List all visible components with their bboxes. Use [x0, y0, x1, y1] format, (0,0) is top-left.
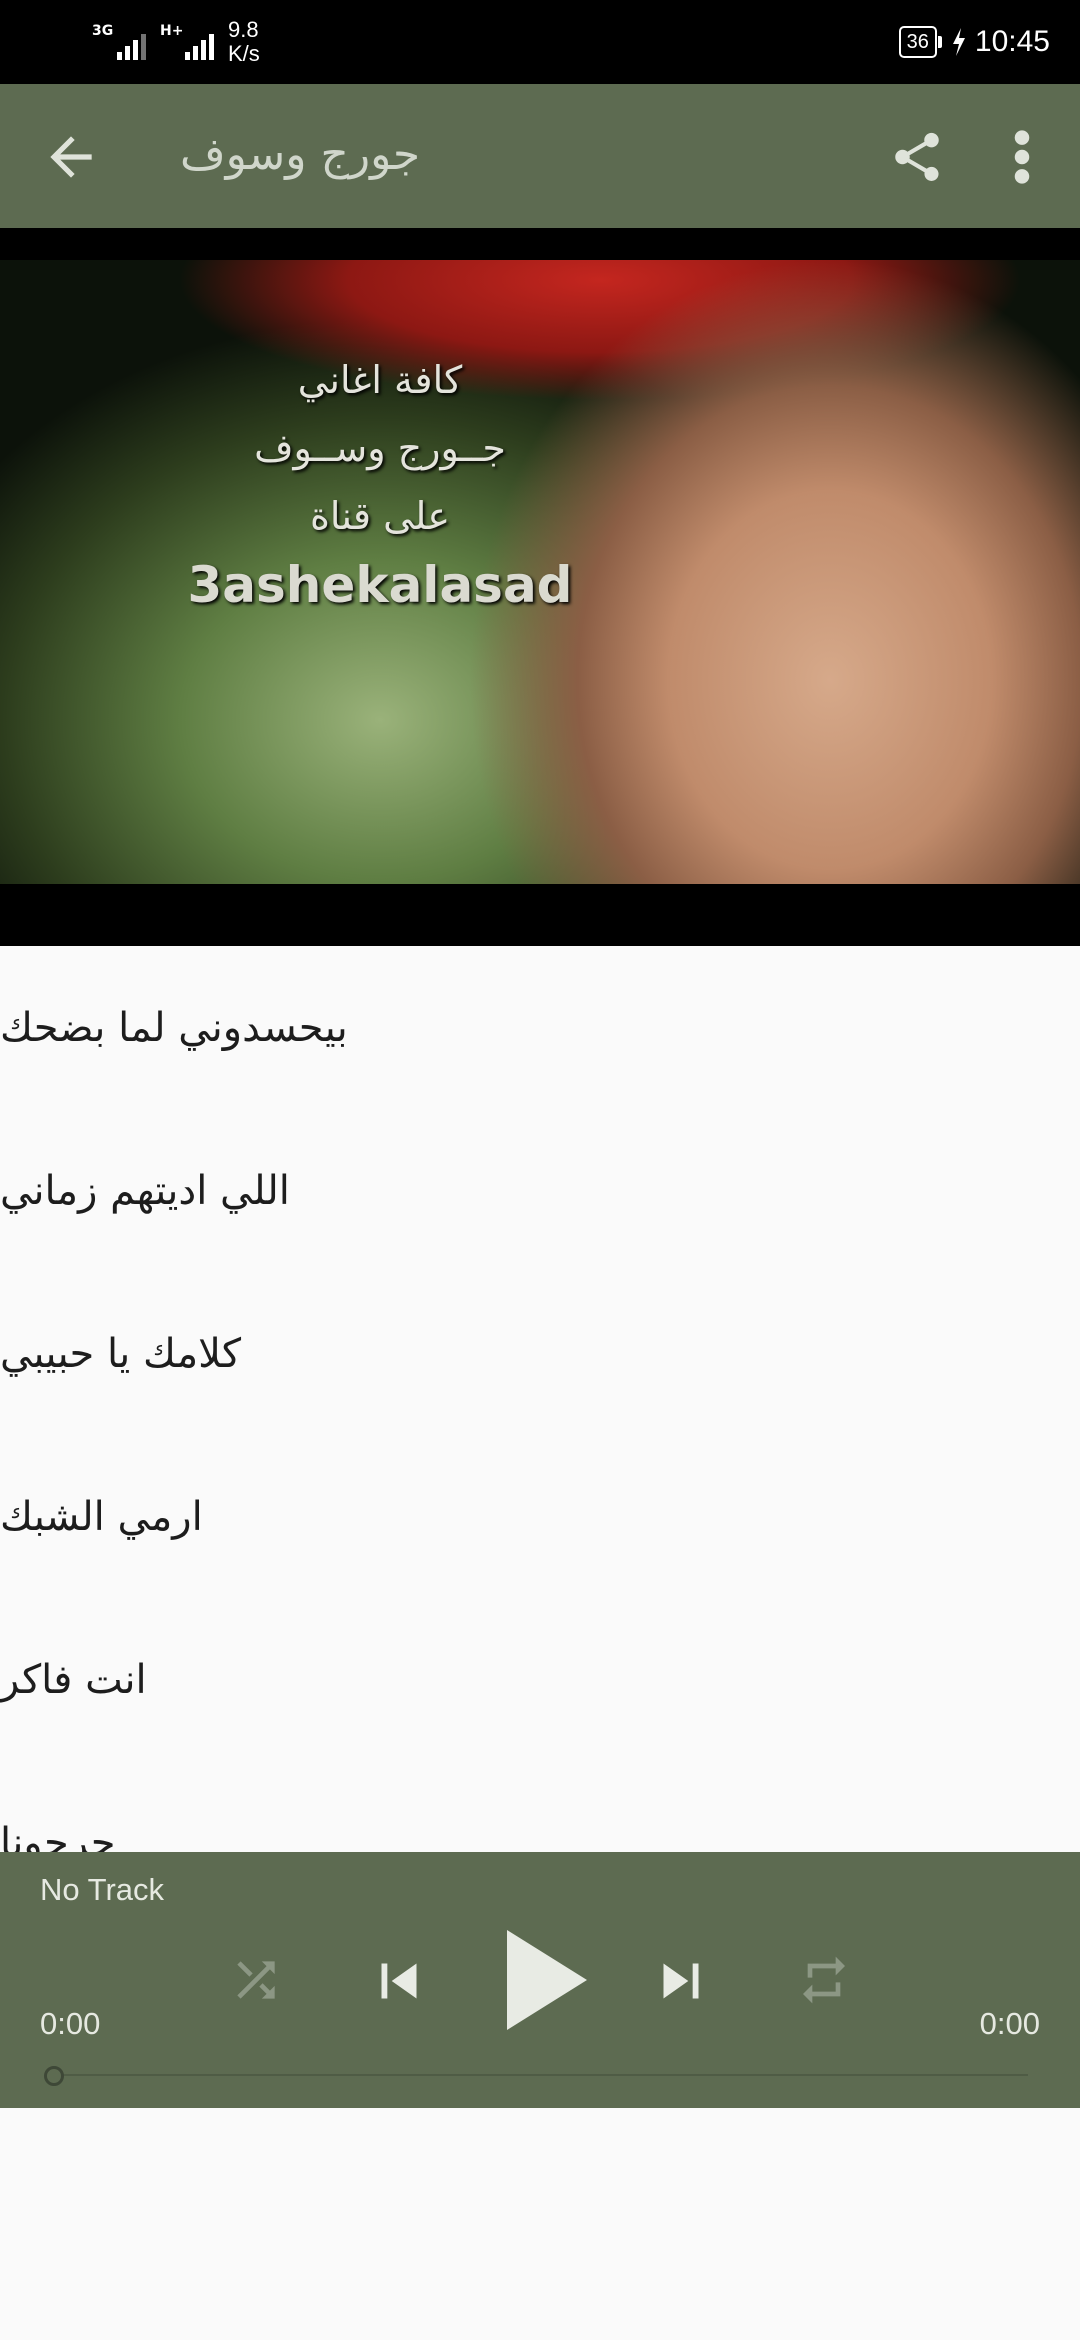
banner-line-2: جــورج وســوف [254, 426, 506, 470]
status-bar: 3G H+ 9.8 K/s 36 10:45 [0, 0, 1080, 84]
progress-thumb[interactable] [44, 2066, 64, 2086]
banner-line-1: كافة اغاني [297, 358, 463, 402]
song-item[interactable]: انت فاكر [0, 1598, 1080, 1761]
banner-channel-name: 3ashekalasad [187, 556, 573, 614]
clock: 10:45 [974, 25, 1050, 58]
status-right: 36 10:45 [898, 18, 1050, 66]
shuffle-icon[interactable] [228, 1952, 284, 2008]
charging-icon [952, 28, 965, 56]
network-speed-unit: K/s [228, 41, 260, 66]
skip-previous-icon[interactable] [364, 1946, 434, 2016]
network-speed-value: 9.8 [228, 17, 259, 42]
repeat-icon[interactable] [796, 1952, 852, 2008]
battery-level: 36 [906, 31, 929, 53]
skip-next-icon[interactable] [646, 1946, 716, 2016]
song-item[interactable]: اللي اديتهم زماني [0, 1109, 1080, 1272]
song-item[interactable]: كلامك يا حبيبي [0, 1272, 1080, 1435]
more-vert-icon[interactable] [1004, 128, 1040, 186]
hero-banner-image: كافة اغاني جــورج وســوف على قناة 3ashek… [0, 228, 1080, 946]
banner-text: كافة اغاني جــورج وســوف على قناة 3ashek… [160, 346, 600, 620]
music-player: No Track 0:00 0:00 [0, 1852, 1080, 2108]
network-type-label-2: H+ [160, 23, 184, 39]
network-speed: 9.8 K/s [228, 18, 260, 66]
app-bar: جورج وسوف [0, 84, 1080, 228]
progress-track[interactable] [48, 2074, 1028, 2076]
signal-strength-icon: 3G [92, 22, 146, 62]
current-time: 0:00 [40, 2006, 101, 2041]
track-title: No Track [40, 1872, 165, 1907]
song-item[interactable]: ارمي الشبك [0, 1435, 1080, 1598]
song-item[interactable]: جرحونا [0, 1761, 1080, 1853]
battery-icon: 36 [898, 26, 943, 58]
back-arrow-icon[interactable] [40, 126, 102, 188]
signal-strength-icon-2: H+ [160, 22, 214, 62]
network-type-label: 3G [92, 23, 114, 39]
song-item[interactable]: بيحسدوني لما بضحك [0, 946, 1080, 1109]
share-icon[interactable] [888, 128, 946, 186]
page-title: جورج وسوف [180, 129, 421, 180]
status-left: 3G H+ 9.8 K/s [92, 16, 260, 68]
play-icon[interactable] [502, 1930, 592, 2030]
banner-line-3: على قناة [309, 494, 451, 538]
total-duration: 0:00 [979, 2006, 1040, 2041]
song-list: بيحسدوني لما بضحك اللي اديتهم زماني كلام… [0, 946, 1080, 1853]
